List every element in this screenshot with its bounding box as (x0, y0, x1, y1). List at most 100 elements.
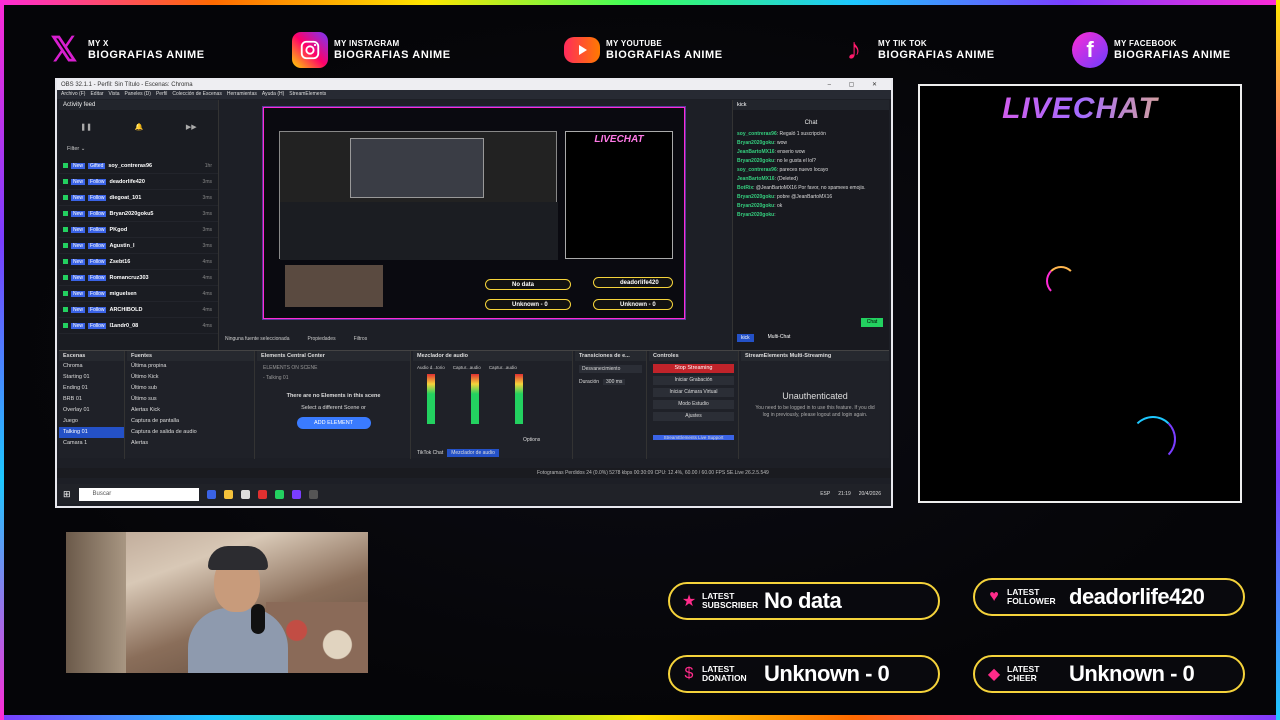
ecc-add-element-button[interactable]: ADD ELEMENT (296, 417, 371, 429)
menu-paneles[interactable]: Paneles (D) (125, 90, 151, 99)
menu-coleccion[interactable]: Colección de Escenas (172, 90, 221, 99)
source-item[interactable]: Alertas (127, 438, 254, 449)
activity-row[interactable]: New Follow Bryan2020goku5 3ms (59, 206, 218, 222)
obs-titlebar[interactable]: OBS 32.1.1 - Perfil: Sin Título - Escena… (57, 80, 891, 90)
activity-row[interactable]: New Follow PKgod 3ms (59, 222, 218, 238)
tab-tiktok-chat[interactable]: TikTok Chat (413, 449, 447, 457)
tab-audio-mixer[interactable]: Mezclador de audio (447, 449, 499, 457)
chat-tab-kick[interactable]: kick (733, 100, 889, 110)
activity-row[interactable]: New Gifted soy_contreras96 1hr (59, 158, 218, 174)
source-item[interactable]: Captura de pantalla (127, 416, 254, 427)
activity-user: ARCHIBOLD (109, 306, 143, 313)
scene-item[interactable]: Talking 01 (59, 427, 124, 438)
dollar-icon: $ (684, 665, 694, 682)
discord-icon[interactable] (291, 489, 301, 499)
chat-text: (Deleted) (777, 176, 798, 182)
activity-row[interactable]: New Follow Romancruz303 4ms (59, 270, 218, 286)
rainbow-border-left (0, 0, 4, 720)
activity-row[interactable]: New Follow ARCHIBOLD 4ms (59, 302, 218, 318)
filters-button[interactable]: Filtros (354, 336, 368, 342)
menu-streamelements[interactable]: StreamElements (289, 90, 326, 99)
scene-item[interactable]: Ending 01 (59, 383, 124, 394)
activity-row[interactable]: New Follow Agustin_l 3ms (59, 238, 218, 254)
pause-icon[interactable]: ❚❚ (80, 123, 92, 131)
controls-title: Controles (649, 351, 738, 361)
scene-item[interactable]: Starting 01 (59, 372, 124, 383)
source-item[interactable]: Último Kick (127, 372, 254, 383)
source-toolbar: Ninguna fuente seleccionada Propiedades … (225, 336, 367, 342)
chat-message: Bryan2020goku: no le gusta el lol? (737, 158, 816, 164)
source-item[interactable]: Último sus (127, 394, 254, 405)
obs-preview[interactable]: LIVECHAT No data deadorlife420 Unknown -… (262, 106, 686, 320)
activity-controls: ❚❚ 🔔 ▶▶ (59, 110, 218, 144)
scene-item[interactable]: Overlay 01 (59, 405, 124, 416)
settings-button[interactable]: Ajustes (653, 412, 734, 421)
sources-title: Fuentes (127, 351, 254, 361)
source-item[interactable]: Último sub (127, 383, 254, 394)
activity-row[interactable]: New Follow diegoat_101 3ms (59, 190, 218, 206)
latest-cheer-value: Unknown - 0 (1069, 661, 1195, 686)
source-item[interactable]: Última propina (127, 361, 254, 372)
audio-mixer-dock: Mezclador de audio Audio d...torio Captu… (413, 351, 573, 459)
social-youtube: MY YOUTUBE BIOGRAFIAS ANIME (564, 30, 723, 70)
scene-item[interactable]: Camara 1 (59, 438, 124, 449)
activity-filter[interactable]: Filter ⌄ (59, 144, 218, 158)
windows-taskbar: ⊞ Buscar ESP 21:19 20/4/2026 (57, 484, 891, 504)
start-recording-button[interactable]: Iniciar Grabación (653, 376, 734, 385)
windows-start-icon[interactable]: ⊞ (63, 489, 71, 500)
activity-tag: New (71, 242, 86, 249)
chrome-icon[interactable] (257, 489, 267, 499)
skip-icon[interactable]: ▶▶ (186, 123, 197, 131)
properties-button[interactable]: Propiedades (308, 336, 336, 342)
mixer-options[interactable]: Options (523, 437, 540, 443)
transition-select[interactable]: Desvanecimiento (579, 365, 642, 373)
chat-bottom-tab-multichat[interactable]: Multi-Chat (768, 334, 791, 342)
activity-row[interactable]: New Follow l1andr0_08 4ms (59, 318, 218, 334)
activity-row[interactable]: New Follow deadorlife420 3ms (59, 174, 218, 190)
scene-item[interactable]: BRB 01 (59, 394, 124, 405)
menu-ayuda[interactable]: Ayuda (H) (262, 90, 284, 99)
spotify-icon[interactable] (274, 489, 284, 499)
duration-input[interactable]: 300 ms (603, 379, 626, 385)
chat-send-button[interactable]: Chat (861, 318, 883, 327)
source-item[interactable]: Alertas Kick (127, 405, 254, 416)
tray-lang: ESP (820, 491, 831, 497)
chat-bottom-tab-kick[interactable]: kick (737, 334, 754, 342)
menu-editar[interactable]: Editar (90, 90, 103, 99)
activity-row[interactable]: New Follow miguelsen 4ms (59, 286, 218, 302)
tray-date: 20/4/2026 (858, 491, 881, 497)
mixer-meter[interactable] (427, 374, 435, 424)
chat-message: soy_contreras96: Regaló 1 suscripción (737, 131, 826, 137)
stop-streaming-button[interactable]: Stop Streaming (653, 364, 734, 373)
activity-row[interactable]: New Follow Zsebt16 4ms (59, 254, 218, 270)
menu-herramientas[interactable]: Herramientas (227, 90, 257, 99)
activity-type: Follow (88, 226, 107, 233)
folder-icon[interactable] (223, 489, 233, 499)
instagram-icon (292, 32, 328, 68)
latest-cheer-box: ◆ LATEST CHEER Unknown - 0 (973, 655, 1245, 693)
chat-user: soy_contreras96 (737, 167, 777, 173)
store-icon[interactable] (240, 489, 250, 499)
chat-bottom-tabs: kick Multi-Chat (737, 334, 790, 342)
scene-item[interactable]: Chroma (59, 361, 124, 372)
obs-icon[interactable] (308, 489, 318, 499)
livechat-panel: LIVECHAT (918, 84, 1242, 503)
mixer-meter[interactable] (471, 374, 479, 424)
x-logo-icon: 𝕏 (50, 31, 78, 69)
menu-archivo[interactable]: Archivo (F) (61, 90, 85, 99)
livechat-title: LIVECHAT (920, 92, 1240, 126)
window-controls[interactable]: – ▢ ✕ (828, 80, 891, 90)
bell-icon[interactable]: 🔔 (135, 123, 144, 131)
activity-type: Follow (88, 258, 107, 265)
mixer-meter[interactable] (515, 374, 523, 424)
se-support-button[interactable]: StreamElements Live Support (653, 435, 734, 440)
menu-perfil[interactable]: Perfil (156, 90, 167, 99)
virtual-camera-button[interactable]: Iniciar Cámara Virtual (653, 388, 734, 397)
edge-icon[interactable] (206, 489, 216, 499)
obs-menubar: Archivo (F) Editar Vista Paneles (D) Per… (57, 90, 891, 99)
taskbar-search[interactable]: Buscar (78, 487, 199, 501)
menu-vista[interactable]: Vista (109, 90, 120, 99)
scene-item[interactable]: Juego (59, 416, 124, 427)
studio-mode-button[interactable]: Modo Estudio (653, 400, 734, 409)
source-item[interactable]: Captura de salida de audio (127, 427, 254, 438)
